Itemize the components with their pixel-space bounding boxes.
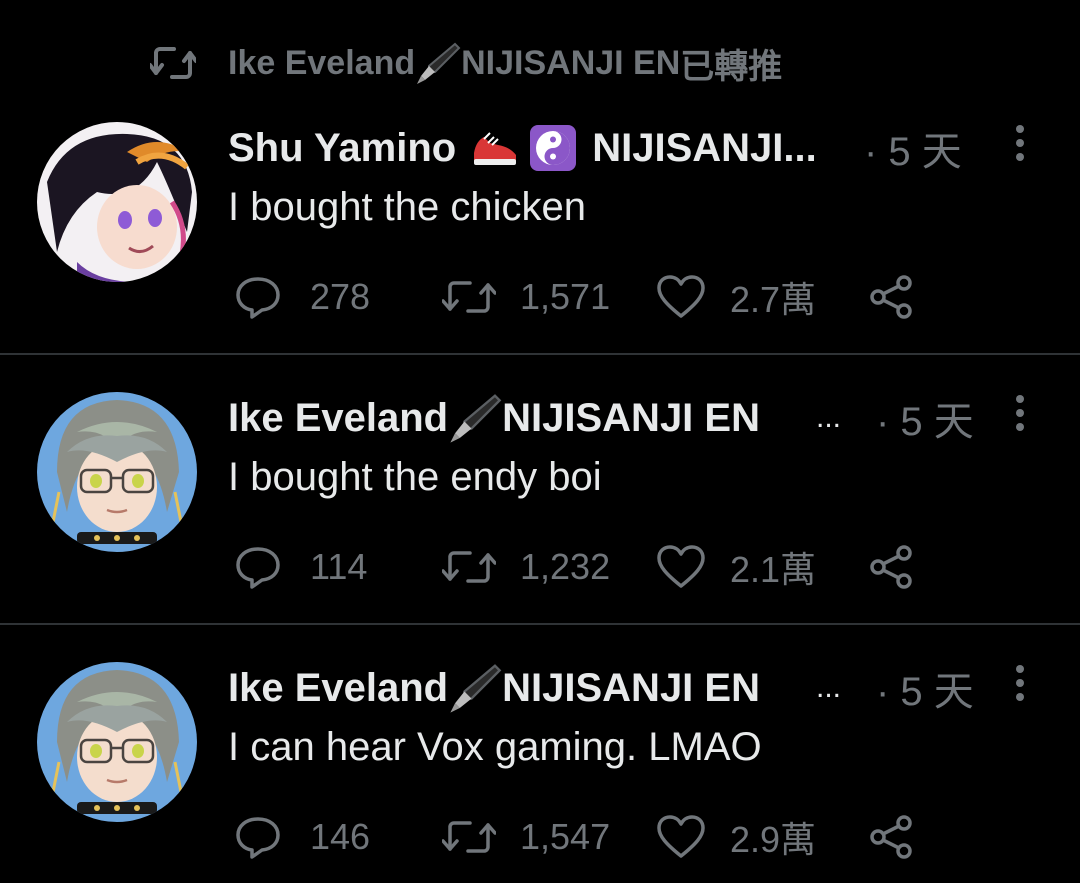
share-button[interactable] <box>868 537 916 597</box>
reply-button[interactable]: 278 <box>234 267 370 327</box>
retweeter-name: Ike Eveland <box>228 43 416 82</box>
retweet-count: 1,547 <box>520 816 611 857</box>
tweet-text: I can hear Vox gaming. LMAO <box>228 725 762 769</box>
reply-button[interactable]: 114 <box>234 537 367 597</box>
reply-count: 278 <box>310 276 371 317</box>
share-icon <box>868 543 916 591</box>
reply-count: 114 <box>310 546 368 587</box>
tweet-item[interactable]: Shu Yamino NIJISANJI... · 5 天 I bought t… <box>0 85 1080 355</box>
author-handle-tail: NIJISANJI EN <box>502 665 760 710</box>
tweet-text: I bought the chicken <box>228 185 587 229</box>
fountain-pen-icon <box>448 661 502 715</box>
author-name[interactable]: Ike Eveland <box>228 396 448 441</box>
avatar[interactable] <box>37 122 197 282</box>
retweet-button[interactable]: 1,547 <box>442 807 610 867</box>
reply-count: 146 <box>310 816 371 857</box>
fountain-pen-icon <box>448 391 502 445</box>
author-handle-tail: NIJISANJI... <box>592 125 817 170</box>
retweet-count: 1,571 <box>520 276 611 317</box>
share-button[interactable] <box>868 267 916 327</box>
tweet-header: Ike Eveland NIJISANJI EN ... · 5 天 <box>228 391 988 445</box>
name-ellipsis: ... <box>816 401 842 434</box>
share-icon <box>868 813 916 861</box>
retweeter-suffix: NIJISANJI EN <box>461 43 681 82</box>
heart-icon <box>656 544 706 590</box>
retweet-context[interactable]: Ike Eveland NIJISANJI EN 已轉推 <box>150 38 782 88</box>
tweet-item[interactable]: Ike Eveland NIJISANJI EN ... · 5 天 I bou… <box>0 355 1080 625</box>
tweet-actions: 146 1,547 2.9萬 <box>228 807 948 867</box>
retweet-action-label: 已轉推 <box>680 47 783 86</box>
retweet-icon <box>442 815 496 859</box>
like-count: 2.1萬 <box>730 549 817 590</box>
reply-icon <box>234 543 282 591</box>
tweet-text: I bought the endy boi <box>228 455 602 499</box>
more-vertical-icon[interactable] <box>1010 393 1030 433</box>
retweet-button[interactable]: 1,571 <box>442 267 610 327</box>
tweet-header: Shu Yamino NIJISANJI... · 5 天 <box>228 123 988 174</box>
retweet-count: 1,232 <box>520 546 611 587</box>
retweet-icon <box>150 43 198 83</box>
heart-icon <box>656 814 706 860</box>
more-vertical-icon[interactable] <box>1010 663 1030 703</box>
running-shoe-icon <box>470 123 520 173</box>
fountain-pen-icon <box>415 40 461 86</box>
reply-button[interactable]: 146 <box>234 807 370 867</box>
more-vertical-icon[interactable] <box>1010 123 1030 163</box>
retweet-icon <box>442 275 496 319</box>
like-button[interactable]: 2.9萬 <box>656 807 816 867</box>
reply-icon <box>234 813 282 861</box>
tweet-actions: 278 1,571 2.7萬 <box>228 267 948 327</box>
name-ellipsis: ... <box>816 671 842 704</box>
avatar[interactable] <box>37 662 197 822</box>
like-button[interactable]: 2.7萬 <box>656 267 816 327</box>
tweet-timestamp[interactable]: · 5 天 <box>876 659 974 717</box>
retweet-icon <box>442 545 496 589</box>
heart-icon <box>656 274 706 320</box>
tweet-item[interactable]: Ike Eveland NIJISANJI EN ... · 5 天 I can… <box>0 625 1080 883</box>
reply-icon <box>234 273 282 321</box>
tweet-timestamp[interactable]: · 5 天 <box>876 389 974 447</box>
tweet-timestamp[interactable]: · 5 天 <box>864 119 962 177</box>
tweet-actions: 114 1,232 2.1萬 <box>228 537 948 597</box>
tweet-feed: Ike Eveland NIJISANJI EN 已轉推 Shu Yamino … <box>0 0 1080 883</box>
like-count: 2.9萬 <box>730 819 817 860</box>
tweet-header: Ike Eveland NIJISANJI EN ... · 5 天 <box>228 661 988 715</box>
like-button[interactable]: 2.1萬 <box>656 537 816 597</box>
like-count: 2.7萬 <box>730 279 817 320</box>
author-handle-tail: NIJISANJI EN <box>502 395 760 440</box>
retweet-button[interactable]: 1,232 <box>442 537 610 597</box>
share-icon <box>868 273 916 321</box>
share-button[interactable] <box>868 807 916 867</box>
author-name[interactable]: Ike Eveland <box>228 666 448 711</box>
author-name[interactable]: Shu Yamino <box>228 126 456 171</box>
yin-yang-icon <box>528 123 578 173</box>
avatar[interactable] <box>37 392 197 552</box>
